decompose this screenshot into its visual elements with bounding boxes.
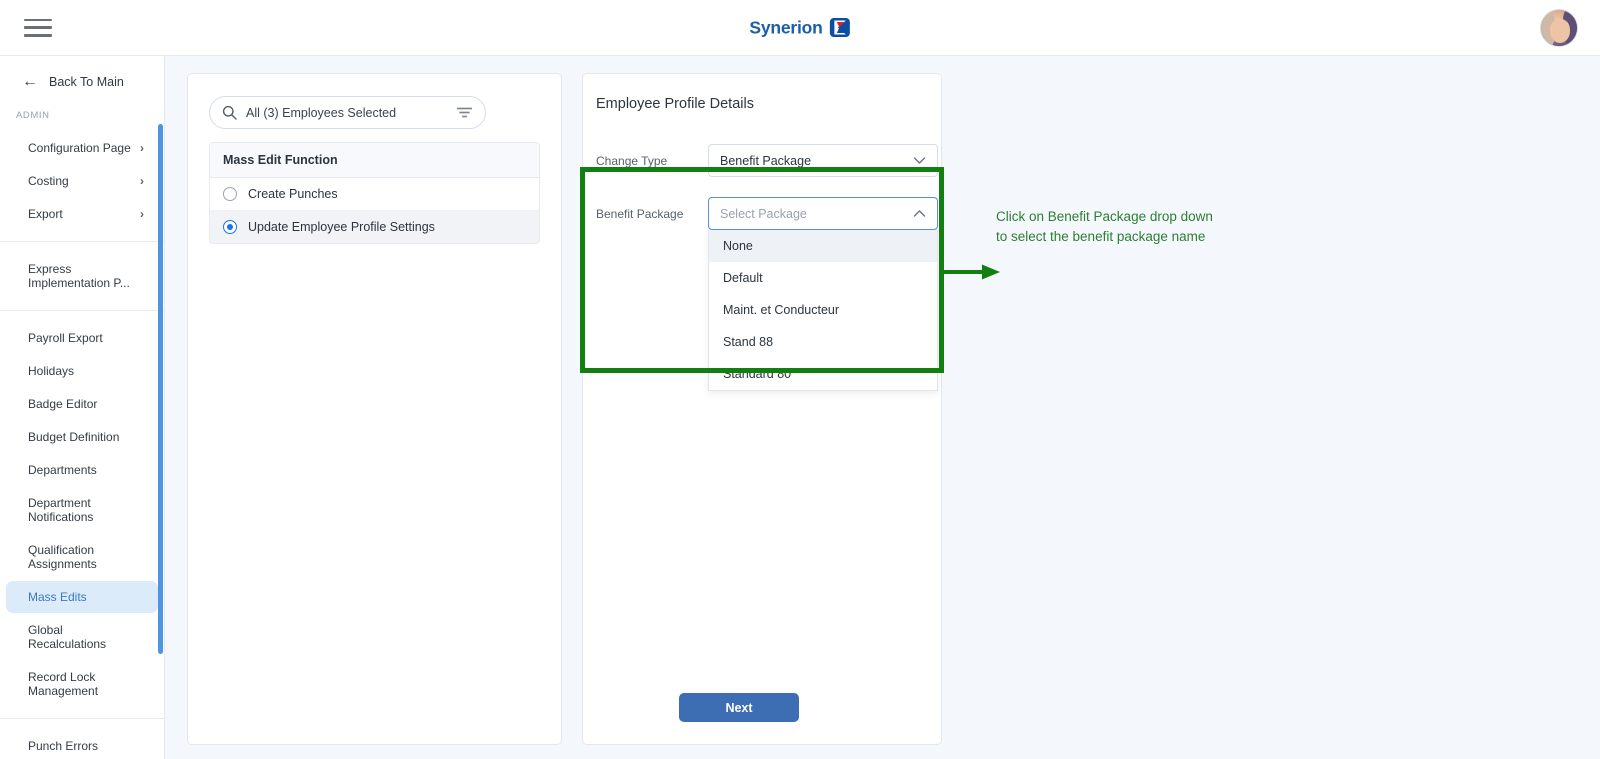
sidebar-section-caption: ADMIN: [16, 110, 50, 121]
main-content: All (3) Employees Selected Mass Edit Fun…: [165, 56, 1600, 759]
chevron-right-icon: ›: [140, 174, 144, 188]
sidebar-item-label: Holidays: [28, 364, 75, 378]
dropdown-option-none[interactable]: None: [709, 230, 937, 262]
page-title: Employee Profile Details: [596, 96, 754, 112]
brand-logo: Synerion: [749, 17, 851, 38]
benefit-package-placeholder: Select Package: [720, 206, 807, 221]
employee-search-box[interactable]: All (3) Employees Selected: [209, 96, 486, 129]
arrow-left-icon: ←: [22, 73, 38, 90]
sidebar-item-badge-editor[interactable]: Badge Editor: [6, 388, 158, 420]
sidebar-scrollbar[interactable]: [158, 124, 163, 654]
sidebar-item-qualification-assignments[interactable]: Qualification Assignments: [6, 534, 158, 580]
next-button[interactable]: Next: [679, 693, 799, 722]
benefit-package-field: Benefit Package Select Package: [596, 197, 938, 230]
employee-profile-details-card: Employee Profile Details Change Type Ben…: [582, 73, 942, 745]
dropdown-option-stand-88[interactable]: Stand 88: [709, 326, 937, 358]
top-bar: Synerion: [0, 0, 1600, 56]
change-type-field: Change Type Benefit Package: [596, 144, 938, 177]
sidebar-divider: [0, 718, 164, 719]
back-to-main-label: Back To Main: [49, 75, 124, 89]
change-type-select[interactable]: Benefit Package: [708, 144, 938, 177]
chevron-up-icon: [913, 210, 926, 217]
change-type-label: Change Type: [596, 153, 668, 168]
sidebar-item-label: Department Notifications: [28, 496, 94, 524]
dropdown-option-standard-80[interactable]: Standard 80: [709, 358, 937, 390]
dropdown-option-default[interactable]: Default: [709, 262, 937, 294]
sidebar-item-label: Global Recalculations: [28, 623, 107, 651]
search-icon: [222, 105, 237, 120]
sidebar-item-label: Record Lock Management: [28, 670, 99, 698]
sidebar-item-label: Budget Definition: [28, 430, 120, 444]
sidebar-group-tools: Payroll Export Holidays Badge Editor Bud…: [0, 322, 164, 707]
brand-name: Synerion: [749, 17, 823, 37]
sidebar-item-holidays[interactable]: Holidays: [6, 355, 158, 387]
sidebar-item-express-implementation[interactable]: Express Implementation P...: [6, 253, 158, 299]
list-item[interactable]: Create Punches: [210, 178, 539, 211]
sidebar-item-label: Export: [28, 207, 63, 221]
benefit-package-label: Benefit Package: [596, 206, 684, 221]
sidebar-item-departments[interactable]: Departments: [6, 454, 158, 486]
sidebar-item-punch-errors[interactable]: Punch Errors: [6, 730, 158, 759]
sidebar-item-label: Mass Edits: [28, 590, 87, 604]
sidebar-item-label: Express Implementation P...: [28, 262, 130, 290]
back-to-main-button[interactable]: ← Back To Main: [0, 56, 164, 104]
sidebar-item-costing[interactable]: Costing ›: [6, 165, 158, 197]
dropdown-option-maint-et-conducteur[interactable]: Maint. et Conducteur: [709, 294, 937, 326]
sidebar-item-payroll-export[interactable]: Payroll Export: [6, 322, 158, 354]
sidebar-item-budget-definition[interactable]: Budget Definition: [6, 421, 158, 453]
application-window: Synerion ← Back To Main ADMIN Configurat…: [0, 0, 1600, 759]
sidebar-item-export[interactable]: Export ›: [6, 198, 158, 230]
annotation-line-2: to select the benefit package name: [996, 228, 1206, 244]
sidebar-item-label: Costing: [28, 174, 69, 188]
search-input[interactable]: All (3) Employees Selected: [246, 106, 456, 120]
annotation-arrow-icon: [940, 264, 1000, 280]
list-item-label: Create Punches: [248, 187, 338, 201]
annotation-text: Click on Benefit Package drop down to se…: [996, 207, 1266, 246]
benefit-package-select[interactable]: Select Package: [708, 197, 938, 230]
mass-edit-function-list: Mass Edit Function Create Punches Update…: [209, 142, 540, 244]
benefit-package-dropdown: None Default Maint. et Conducteur Stand …: [708, 230, 938, 391]
sidebar-divider: [0, 241, 164, 242]
sidebar-item-mass-edits[interactable]: Mass Edits: [6, 581, 158, 613]
sidebar-group-admin: Configuration Page › Costing › Export ›: [0, 132, 164, 230]
annotation-line-1: Click on Benefit Package drop down: [996, 209, 1213, 224]
filter-icon[interactable]: [456, 105, 473, 120]
user-avatar[interactable]: [1540, 8, 1578, 47]
sidebar-item-global-recalculations[interactable]: Global Recalculations: [6, 614, 158, 660]
list-item-label: Update Employee Profile Settings: [248, 220, 435, 234]
radio-button-selected-icon[interactable]: [223, 220, 237, 234]
radio-button-icon[interactable]: [223, 187, 237, 201]
sidebar-item-record-lock-management[interactable]: Record Lock Management: [6, 661, 158, 707]
list-header: Mass Edit Function: [210, 143, 539, 178]
sidebar-item-label: Badge Editor: [28, 397, 98, 411]
chevron-right-icon: ›: [140, 141, 144, 155]
sidebar-item-label: Punch Errors: [28, 739, 99, 753]
sidebar-item-label: Configuration Page: [28, 141, 131, 155]
sidebar-item-label: Qualification Assignments: [28, 543, 97, 571]
change-type-value: Benefit Package: [720, 153, 812, 168]
chevron-right-icon: ›: [140, 207, 144, 221]
sidebar: ← Back To Main ADMIN Configuration Page …: [0, 56, 165, 759]
chevron-down-icon: [913, 157, 926, 164]
sidebar-divider: [0, 310, 164, 311]
sidebar-item-department-notifications[interactable]: Department Notifications: [6, 487, 158, 533]
synerion-logo-mark-icon: [830, 18, 851, 37]
sidebar-item-label: Departments: [28, 463, 97, 477]
list-item[interactable]: Update Employee Profile Settings: [210, 211, 539, 243]
sidebar-item-label: Payroll Export: [28, 331, 103, 345]
hamburger-menu-icon[interactable]: [24, 17, 52, 39]
mass-edit-selection-card: All (3) Employees Selected Mass Edit Fun…: [187, 73, 562, 745]
sidebar-item-configuration-page[interactable]: Configuration Page ›: [6, 132, 158, 164]
